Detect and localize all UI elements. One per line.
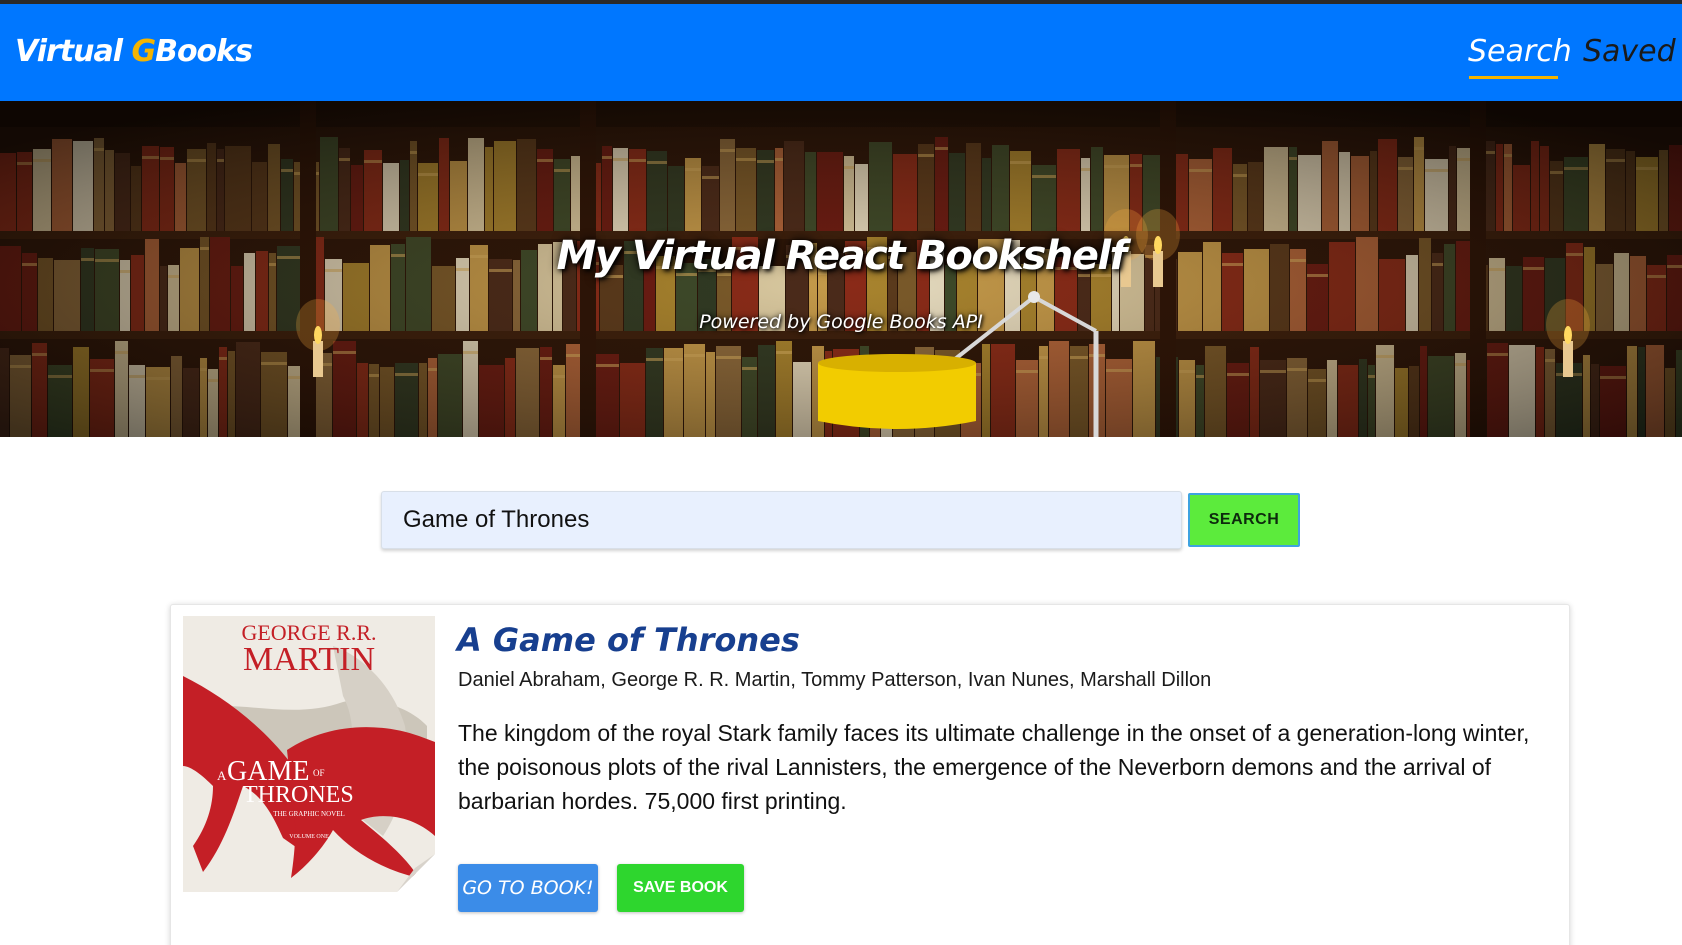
book-title: A Game of Thrones bbox=[457, 621, 800, 659]
book-cover-image: GEORGE R.R. MARTIN A GAME OF THRONES THE… bbox=[183, 616, 435, 892]
hero-banner: My Virtual React Bookshelf Powered by Go… bbox=[0, 101, 1682, 437]
search-button[interactable]: SEARCH bbox=[1188, 493, 1300, 547]
nav-link-search[interactable]: Search bbox=[1468, 34, 1572, 69]
cover-volume: VOLUME ONE bbox=[289, 834, 329, 840]
hero-title: My Virtual React Bookshelf bbox=[556, 233, 1128, 279]
cover-title-of: OF bbox=[313, 768, 325, 778]
nav-active-underline bbox=[1469, 76, 1558, 79]
cover-title-prefix: A bbox=[217, 768, 227, 783]
book-authors: Daniel Abraham, George R. R. Martin, Tom… bbox=[458, 669, 1212, 691]
brand-prefix: Virtual bbox=[15, 34, 132, 69]
nav-link-saved[interactable]: Saved bbox=[1583, 34, 1676, 69]
brand-g-letter: G bbox=[131, 34, 156, 69]
brand-logo[interactable]: Virtual GBooks bbox=[15, 34, 253, 69]
book-result-card: GEORGE R.R. MARTIN A GAME OF THRONES THE… bbox=[170, 604, 1570, 945]
save-book-button[interactable]: SAVE BOOK bbox=[617, 864, 744, 912]
cover-subtitle: THE GRAPHIC NOVEL bbox=[273, 810, 345, 818]
brand-suffix: Books bbox=[155, 34, 253, 69]
cover-title-line2: THRONES bbox=[243, 782, 354, 808]
cover-author-line2: MARTIN bbox=[243, 641, 375, 678]
hero-subtitle: Powered by Google Books API bbox=[699, 311, 983, 333]
go-to-book-button[interactable]: GO TO BOOK! bbox=[458, 864, 598, 912]
search-input[interactable] bbox=[381, 491, 1182, 549]
book-description: The kingdom of the royal Stark family fa… bbox=[458, 720, 1530, 814]
navbar: Virtual GBooks Search Saved bbox=[0, 4, 1682, 101]
